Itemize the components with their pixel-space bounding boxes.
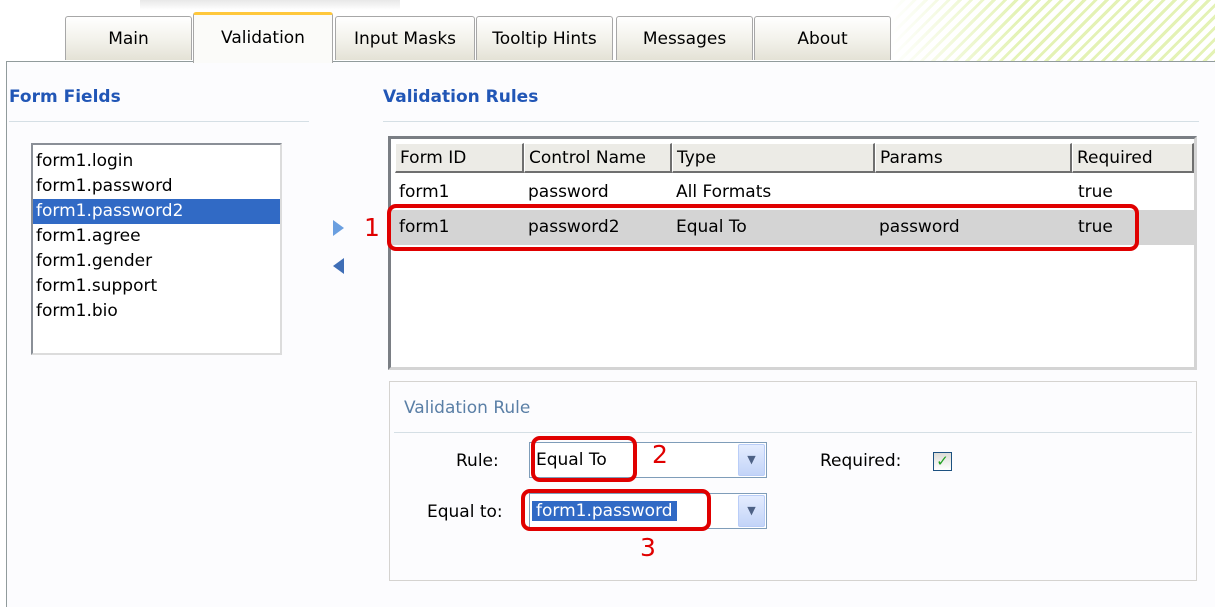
column-header[interactable]: Required (1072, 143, 1194, 173)
list-item[interactable]: form1.support (33, 274, 280, 299)
tab-input-masks[interactable]: Input Masks (335, 16, 475, 60)
validation-rules-table[interactable]: Form ID Control Name Type Params Require… (388, 136, 1197, 370)
validation-rule-group: Validation Rule (389, 381, 1197, 581)
equal-to-label: Equal to: (427, 502, 503, 522)
equal-to-select-value: form1.password (532, 501, 677, 521)
form-fields-list[interactable]: form1.login form1.password form1.passwor… (31, 143, 282, 355)
column-header[interactable]: Params (875, 143, 1072, 173)
required-checkbox[interactable]: ✓ (933, 452, 952, 471)
cell-required: true (1078, 217, 1113, 237)
table-header: Form ID Control Name Type Params Require… (391, 143, 1194, 173)
table-row[interactable]: form1 password All Formats true (391, 175, 1194, 210)
chevron-down-icon[interactable]: ▼ (738, 495, 765, 527)
cell-form-id: form1 (399, 217, 450, 237)
list-item[interactable]: form1.bio (33, 299, 280, 324)
cell-type: All Formats (676, 182, 772, 202)
tab-about[interactable]: About (754, 16, 891, 60)
tab-tooltip-hints[interactable]: Tooltip Hints (476, 16, 613, 60)
list-item[interactable]: form1.gender (33, 249, 280, 274)
cell-form-id: form1 (399, 182, 450, 202)
cell-control-name: password (528, 182, 609, 202)
annotation-2: 2 (652, 440, 668, 469)
tab-main[interactable]: Main (65, 16, 192, 60)
annotation-1: 1 (364, 213, 380, 242)
arrow-right-icon[interactable] (333, 220, 344, 236)
validation-rule-title: Validation Rule (404, 398, 531, 418)
table-row-selected[interactable]: form1 password2 Equal To password true (391, 210, 1194, 245)
column-header[interactable]: Form ID (395, 143, 524, 173)
chevron-down-icon[interactable]: ▼ (738, 444, 765, 476)
form-fields-divider (9, 121, 309, 122)
validation-rule-divider (394, 432, 1192, 433)
rule-label: Rule: (456, 451, 499, 471)
list-item[interactable]: form1.password (33, 174, 280, 199)
arrow-left-icon[interactable] (333, 258, 344, 274)
equal-to-select[interactable]: form1.password ▼ (529, 493, 767, 529)
validation-rules-title: Validation Rules (383, 87, 539, 107)
cell-params: password (879, 217, 960, 237)
annotation-3: 3 (640, 533, 656, 562)
checkmark-icon: ✓ (936, 452, 949, 470)
equal-to-select-value-wrap: form1.password (532, 494, 677, 528)
rule-select[interactable]: Equal To ▼ (529, 442, 767, 478)
cell-type: Equal To (676, 217, 747, 237)
tab-validation[interactable]: Validation (193, 12, 333, 63)
tab-messages[interactable]: Messages (616, 16, 753, 60)
column-header[interactable]: Type (672, 143, 875, 173)
list-item-selected[interactable]: form1.password2 (33, 199, 280, 224)
cell-required: true (1078, 182, 1113, 202)
rule-select-value: Equal To (536, 450, 607, 470)
validation-rules-divider (383, 121, 1199, 122)
cell-control-name: password2 (528, 217, 620, 237)
column-header[interactable]: Control Name (524, 143, 672, 173)
required-label: Required: (820, 451, 902, 471)
list-item[interactable]: form1.agree (33, 224, 280, 249)
tab-strip: Main Validation Input Masks Tooltip Hint… (0, 0, 1215, 63)
form-fields-title: Form Fields (9, 87, 121, 107)
list-item[interactable]: form1.login (33, 149, 280, 174)
